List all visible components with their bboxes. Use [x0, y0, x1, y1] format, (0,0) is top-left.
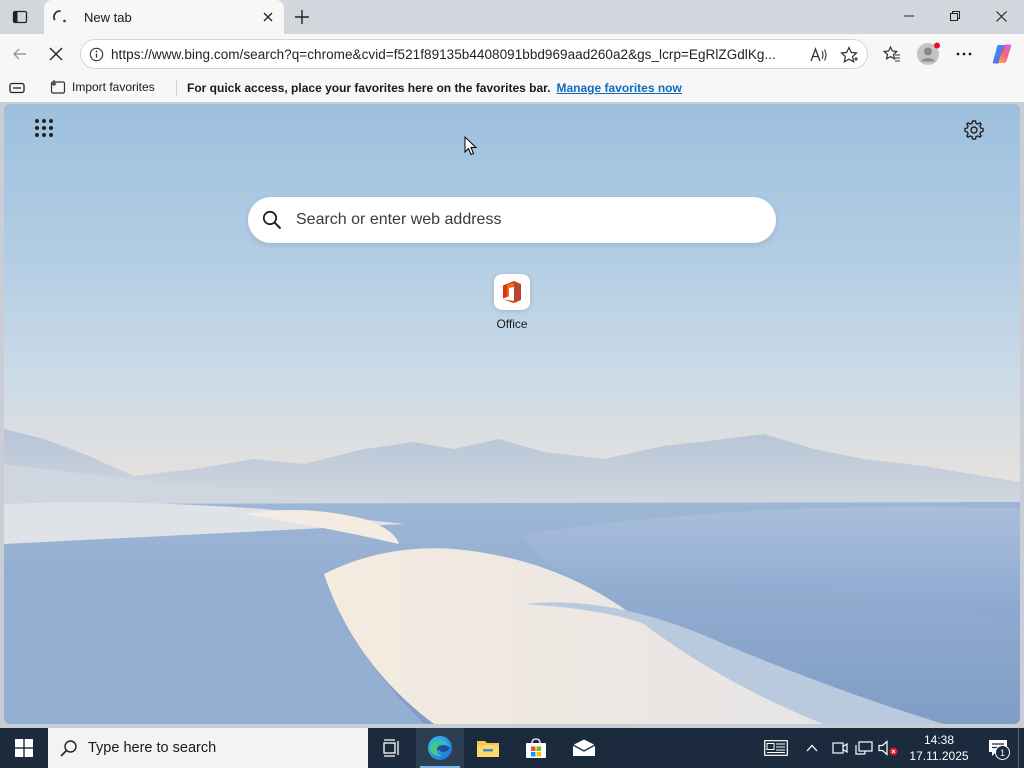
store-icon: [526, 738, 546, 758]
stop-loading-button[interactable]: [42, 40, 70, 68]
site-info-button[interactable]: [81, 47, 111, 62]
app-grid-icon: [35, 119, 53, 137]
windows-logo-icon: [15, 739, 33, 757]
page-settings-button[interactable]: [962, 118, 986, 142]
search-icon: [262, 210, 282, 230]
meet-now-button[interactable]: [828, 728, 852, 768]
favorites-hint-text: For quick access, place your favorites h…: [187, 81, 551, 95]
sidebar-icon: [9, 82, 25, 94]
restore-icon: [950, 11, 960, 21]
read-aloud-icon: [810, 47, 827, 62]
tab-close-button[interactable]: [260, 9, 276, 25]
more-icon: [956, 52, 972, 56]
network-button[interactable]: [852, 728, 876, 768]
volume-button[interactable]: [876, 728, 900, 768]
news-icon: [764, 740, 788, 756]
volume-muted-icon: [878, 740, 898, 756]
favorites-bar: Import favorites For quick access, place…: [0, 74, 1024, 102]
copilot-icon: [992, 44, 1012, 64]
profile-icon: [917, 42, 940, 65]
office-icon: [494, 274, 530, 310]
show-desktop-button[interactable]: [1018, 728, 1024, 768]
minimize-icon: [904, 15, 914, 17]
stop-loading-icon: [49, 47, 63, 61]
taskbar-app-file-explorer[interactable]: [464, 728, 512, 768]
plus-icon: [295, 10, 309, 24]
active-tab[interactable]: New tab: [44, 0, 284, 34]
close-icon: [995, 10, 1007, 22]
address-bar-actions: [807, 43, 861, 67]
apps-launcher-button[interactable]: [34, 118, 58, 142]
edge-icon: [428, 736, 452, 760]
new-tab-button[interactable]: [290, 5, 314, 29]
favorites-hint: For quick access, place your favorites h…: [187, 81, 682, 95]
divider: [176, 80, 177, 96]
url-text[interactable]: https://www.bing.com/search?q=chrome&cvi…: [111, 47, 801, 62]
quick-link-office[interactable]: Office: [488, 274, 536, 331]
favorite-star-icon: [840, 46, 858, 63]
search-icon: [60, 740, 77, 757]
notification-count-badge: 1: [995, 745, 1010, 760]
taskbar-app-edge[interactable]: [416, 728, 464, 768]
file-explorer-icon: [477, 741, 499, 757]
restore-button[interactable]: [932, 0, 978, 32]
chevron-up-icon: [806, 744, 818, 752]
tab-title: New tab: [84, 9, 132, 25]
back-arrow-icon: [13, 48, 26, 60]
clock-date: 17.11.2025: [909, 749, 969, 763]
close-window-button[interactable]: [978, 0, 1024, 32]
navigation-bar: https://www.bing.com/search?q=chrome&cvi…: [0, 34, 1024, 74]
sidebar-toggle-button[interactable]: [8, 80, 26, 99]
taskbar-app-store[interactable]: [512, 728, 560, 768]
task-view-button[interactable]: [368, 728, 416, 768]
tab-strip: New tab: [0, 0, 1024, 34]
network-icon: [855, 741, 873, 755]
back-button[interactable]: [6, 40, 34, 68]
clock-time: 14:38: [923, 733, 955, 747]
minimize-button[interactable]: [886, 0, 932, 32]
clock[interactable]: 14:38 17.11.2025: [900, 732, 978, 764]
mail-icon: [572, 739, 596, 756]
favorites-icon: [883, 45, 900, 62]
window-controls: [886, 0, 1024, 32]
tab-actions-button[interactable]: [6, 6, 34, 28]
taskbar-search-placeholder: Type here to search: [88, 740, 217, 756]
favorites-button[interactable]: [878, 40, 906, 68]
close-icon: [263, 12, 273, 22]
web-search-box[interactable]: [248, 197, 776, 243]
news-widget-button[interactable]: [756, 728, 796, 768]
copilot-button[interactable]: [988, 40, 1016, 68]
import-favorites-label: Import favorites: [72, 80, 155, 94]
more-options-button[interactable]: [950, 40, 978, 68]
action-center-button[interactable]: 1: [978, 728, 1018, 768]
task-view-icon: [383, 739, 399, 757]
show-hidden-icons-button[interactable]: [796, 728, 828, 768]
manage-favorites-link[interactable]: Manage favorites now: [556, 81, 681, 95]
gear-icon: [964, 120, 984, 140]
web-search-input[interactable]: [296, 211, 736, 229]
tab-actions-icon: [12, 10, 28, 24]
new-tab-page: Office: [4, 104, 1020, 724]
loading-spinner-icon: [52, 9, 68, 25]
site-info-icon: [89, 47, 103, 61]
taskbar: Type here to search 14:38 17.11.2025 1: [0, 728, 1024, 768]
quick-link-label: Office: [496, 317, 528, 331]
system-tray: 14:38 17.11.2025 1: [756, 728, 1024, 768]
taskbar-search[interactable]: Type here to search: [48, 728, 368, 768]
mouse-cursor-icon: [464, 136, 478, 156]
camera-icon: [832, 742, 848, 754]
address-bar[interactable]: https://www.bing.com/search?q=chrome&cvi…: [80, 39, 868, 69]
import-icon: [50, 80, 66, 94]
import-favorites-button[interactable]: Import favorites: [50, 79, 155, 95]
start-button[interactable]: [0, 728, 48, 768]
profile-button[interactable]: [914, 40, 942, 68]
add-favorite-button[interactable]: [837, 43, 861, 67]
read-aloud-button[interactable]: [807, 43, 831, 67]
taskbar-app-mail[interactable]: [560, 728, 608, 768]
